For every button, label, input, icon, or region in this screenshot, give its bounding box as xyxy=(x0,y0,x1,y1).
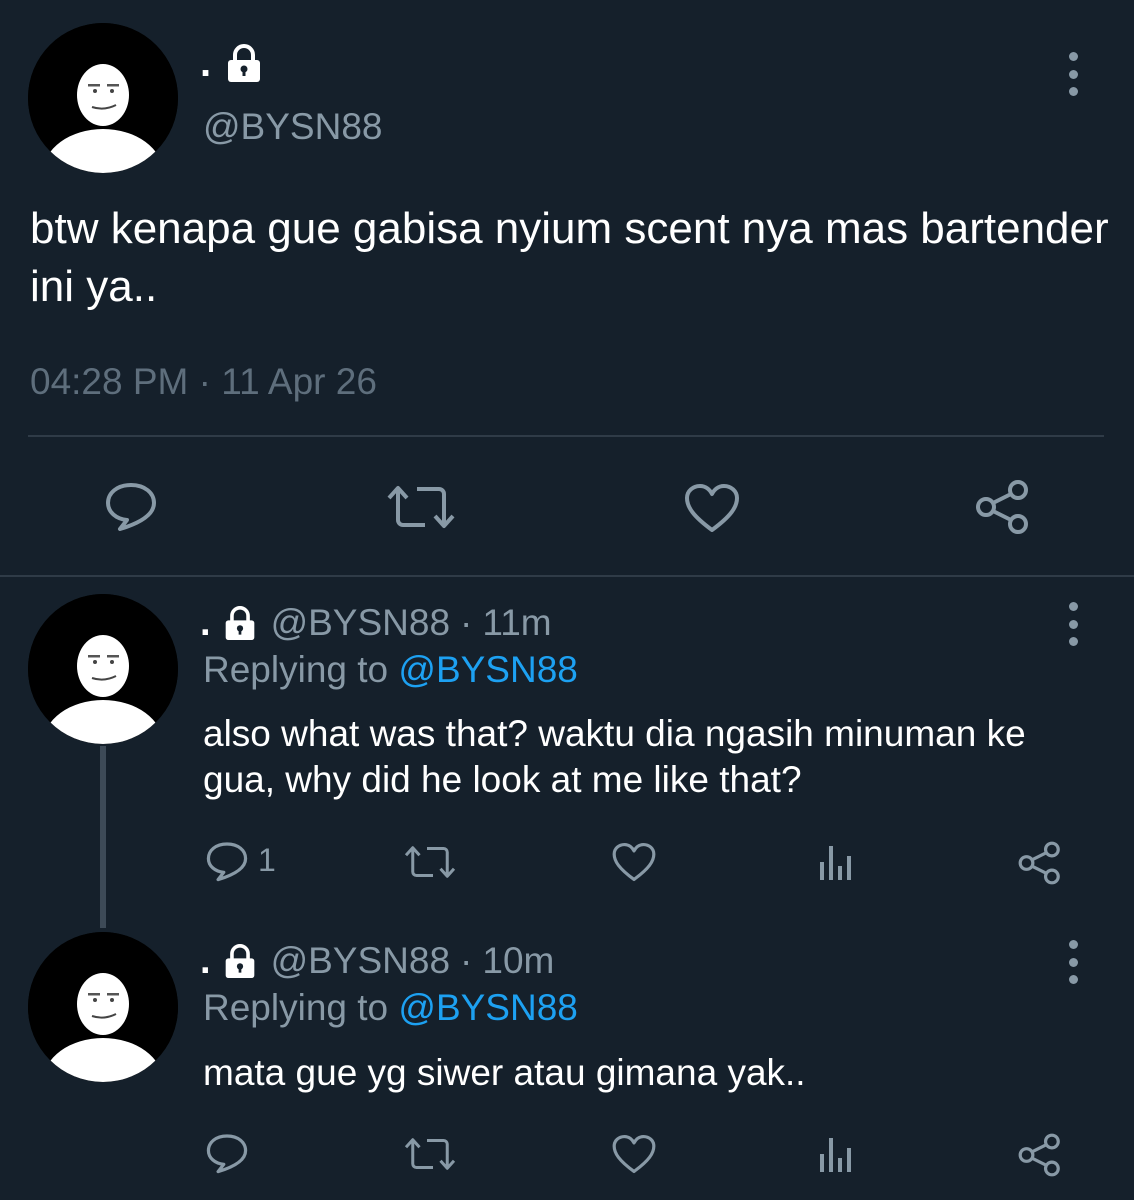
avatar[interactable] xyxy=(28,594,178,744)
reply-text: mata gue yg siwer atau gimana yak.. xyxy=(203,1052,806,1093)
retweet-icon[interactable] xyxy=(403,844,457,880)
retweet-icon[interactable] xyxy=(403,1136,457,1172)
reply-time[interactable]: 10m xyxy=(482,938,554,984)
display-name[interactable]: . xyxy=(200,38,263,88)
reply-header: . @BYSN88 · 10m xyxy=(200,938,554,984)
reply-time[interactable]: 11m xyxy=(482,600,551,646)
replying-to: Replying to @BYSN88 xyxy=(203,647,578,693)
more-vertical-icon[interactable] xyxy=(1063,52,1083,96)
lock-icon xyxy=(225,43,263,83)
lock-icon xyxy=(223,605,257,641)
reply-icon[interactable] xyxy=(205,1132,249,1174)
lock-icon xyxy=(223,943,257,979)
reply-text: also what was that? waktu dia ngasih min… xyxy=(203,713,1026,800)
avatar[interactable] xyxy=(28,932,178,1082)
tweet-timestamp[interactable]: 04:28 PM · 11 Apr 26 xyxy=(30,358,377,406)
user-handle[interactable]: @BYSN88 xyxy=(271,600,450,646)
reply-actions: 1 xyxy=(0,836,1134,896)
more-vertical-icon[interactable] xyxy=(1063,602,1083,646)
more-vertical-icon[interactable] xyxy=(1063,940,1083,984)
replying-to-label: Replying to xyxy=(203,649,389,690)
like-icon[interactable] xyxy=(611,841,657,883)
display-name-text: . xyxy=(200,940,211,982)
avatar[interactable] xyxy=(28,23,178,173)
user-handle[interactable]: @BYSN88 xyxy=(203,105,382,149)
replying-to: Replying to @BYSN88 xyxy=(203,985,578,1031)
replying-to-mention[interactable]: @BYSN88 xyxy=(398,649,577,690)
reply-count: 1 xyxy=(258,842,276,878)
reply-header: . @BYSN88 · 11m xyxy=(200,600,552,646)
display-name[interactable]: . xyxy=(200,938,257,984)
separator: · xyxy=(460,940,473,981)
retweet-icon[interactable] xyxy=(385,484,457,530)
tweet-actions xyxy=(0,470,1134,550)
replying-to-mention[interactable]: @BYSN88 xyxy=(398,987,577,1028)
replying-to-label: Replying to xyxy=(203,987,389,1028)
tweet-text: btw kenapa gue gabisa nyium scent nya ma… xyxy=(30,204,1109,311)
separator: · xyxy=(460,602,473,643)
user-handle[interactable]: @BYSN88 xyxy=(271,938,450,984)
divider xyxy=(0,575,1134,577)
divider xyxy=(28,435,1104,437)
display-name-text: . xyxy=(200,602,211,644)
like-icon[interactable] xyxy=(611,1133,657,1175)
like-icon[interactable] xyxy=(683,482,741,534)
share-icon[interactable] xyxy=(974,478,1032,536)
display-name[interactable]: . xyxy=(200,600,257,646)
display-name-text: . xyxy=(200,41,212,85)
share-icon[interactable] xyxy=(1017,1132,1063,1178)
analytics-icon[interactable] xyxy=(816,842,856,882)
reply-actions xyxy=(0,1128,1134,1188)
analytics-icon[interactable] xyxy=(816,1134,856,1174)
reply-icon[interactable] xyxy=(104,480,158,532)
share-icon[interactable] xyxy=(1017,840,1063,886)
reply-icon[interactable] xyxy=(205,840,249,882)
